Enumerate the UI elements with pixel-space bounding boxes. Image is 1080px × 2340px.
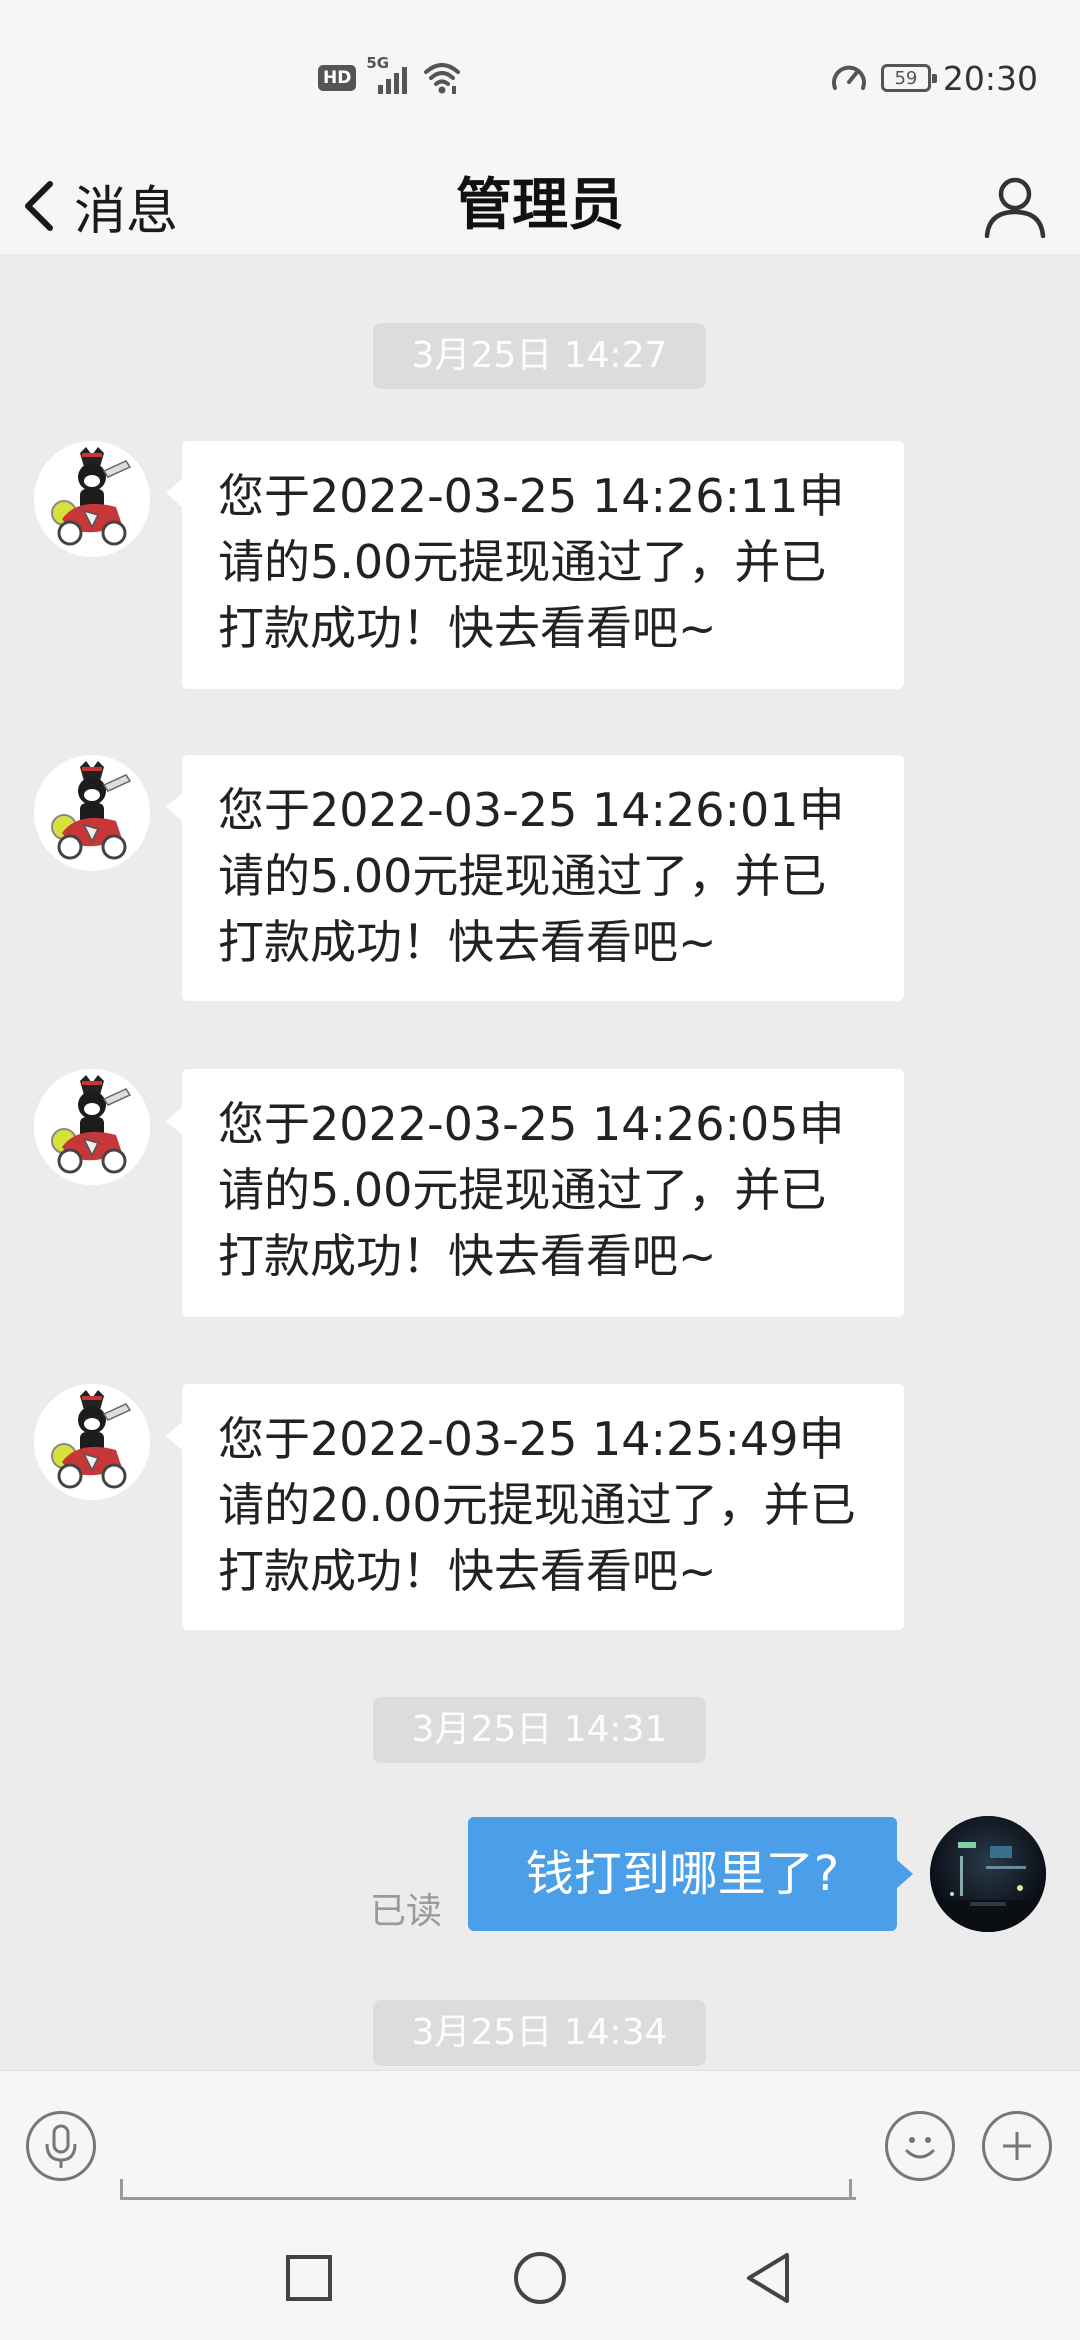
person-icon: [984, 177, 1046, 238]
user-avatar[interactable]: [930, 1816, 1046, 1932]
admin-avatar[interactable]: [34, 1384, 150, 1500]
smiley-icon: [905, 2137, 935, 2159]
battery-level: 59: [894, 67, 918, 89]
nav-back-button[interactable]: [738, 2248, 798, 2308]
message-input[interactable]: [120, 2115, 856, 2200]
microphone-icon: [45, 2124, 77, 2168]
message-text: 您于2022-03-25 14:26:11申请的5.00元提现通过了，并已打款成…: [218, 469, 845, 655]
outgoing-message[interactable]: 钱打到哪里了?: [468, 1817, 913, 1931]
back-label: 消息: [74, 181, 179, 242]
status-time: 20:30: [942, 58, 1038, 98]
incoming-message[interactable]: 您于2022-03-25 14:25:49申请的20.00元提现通过了，并已打款…: [166, 1384, 904, 1630]
incoming-message[interactable]: 您于2022-03-25 14:26:05申请的5.00元提现通过了，并已打款成…: [166, 1069, 904, 1317]
admin-avatar[interactable]: [34, 755, 150, 871]
timestamp-pill: 3月25日 14:27: [373, 323, 706, 389]
chat-header: 消息 管理员: [0, 158, 1080, 254]
status-bar: HD 5G 59 20:30: [0, 0, 1080, 158]
message-text: 钱打到哪里了?: [525, 1846, 840, 1902]
cellular-signal-icon: 5G: [366, 54, 412, 98]
circle-icon: [514, 2252, 566, 2304]
timestamp-pill: 3月25日 14:31: [373, 1697, 706, 1763]
message-text: 您于2022-03-25 14:26:01申请的5.00元提现通过了，并已打款成…: [218, 783, 845, 969]
triangle-back-icon: [747, 2253, 789, 2303]
chevron-left-icon: [25, 181, 53, 231]
input-bar: [0, 2070, 1080, 2214]
status-network-group: HD 5G: [318, 54, 462, 98]
chat-area[interactable]: 3月25日 14:27 您于2022-03-25 14:26:11申请的5.00…: [0, 254, 1080, 2070]
speedometer-icon: [831, 65, 866, 90]
back-button[interactable]: 消息: [20, 158, 178, 254]
battery-icon: 59: [880, 64, 937, 92]
status-right-group: 59 20:30: [829, 56, 1038, 100]
emoji-button[interactable]: [885, 2111, 955, 2181]
incoming-message[interactable]: 您于2022-03-25 14:26:11申请的5.00元提现通过了，并已打款成…: [166, 441, 904, 689]
message-text: 您于2022-03-25 14:25:49申请的20.00元提现通过了，并已打款…: [218, 1412, 856, 1598]
message-text: 您于2022-03-25 14:26:05申请的5.00元提现通过了，并已打款成…: [218, 1097, 845, 1283]
nav-recent-button[interactable]: [279, 2248, 339, 2308]
hd-badge: HD: [318, 65, 357, 91]
profile-button[interactable]: [980, 158, 1050, 254]
admin-avatar[interactable]: [34, 441, 150, 557]
wifi-icon: [424, 63, 461, 94]
input-underline-right-tick: [849, 2179, 852, 2197]
input-underline-left-tick: [120, 2179, 123, 2197]
nav-home-button[interactable]: [510, 2248, 570, 2308]
more-button[interactable]: [982, 2111, 1052, 2181]
read-status: 已读: [370, 1891, 443, 1932]
system-navigation-bar: [0, 2214, 1080, 2340]
square-icon: [286, 2255, 332, 2301]
voice-button[interactable]: [26, 2111, 96, 2181]
timestamp-pill: 3月25日 14:34: [373, 2000, 706, 2066]
incoming-message[interactable]: 您于2022-03-25 14:26:01申请的5.00元提现通过了，并已打款成…: [166, 755, 904, 1001]
plus-icon: [1003, 2132, 1031, 2160]
admin-avatar[interactable]: [34, 1069, 150, 1185]
